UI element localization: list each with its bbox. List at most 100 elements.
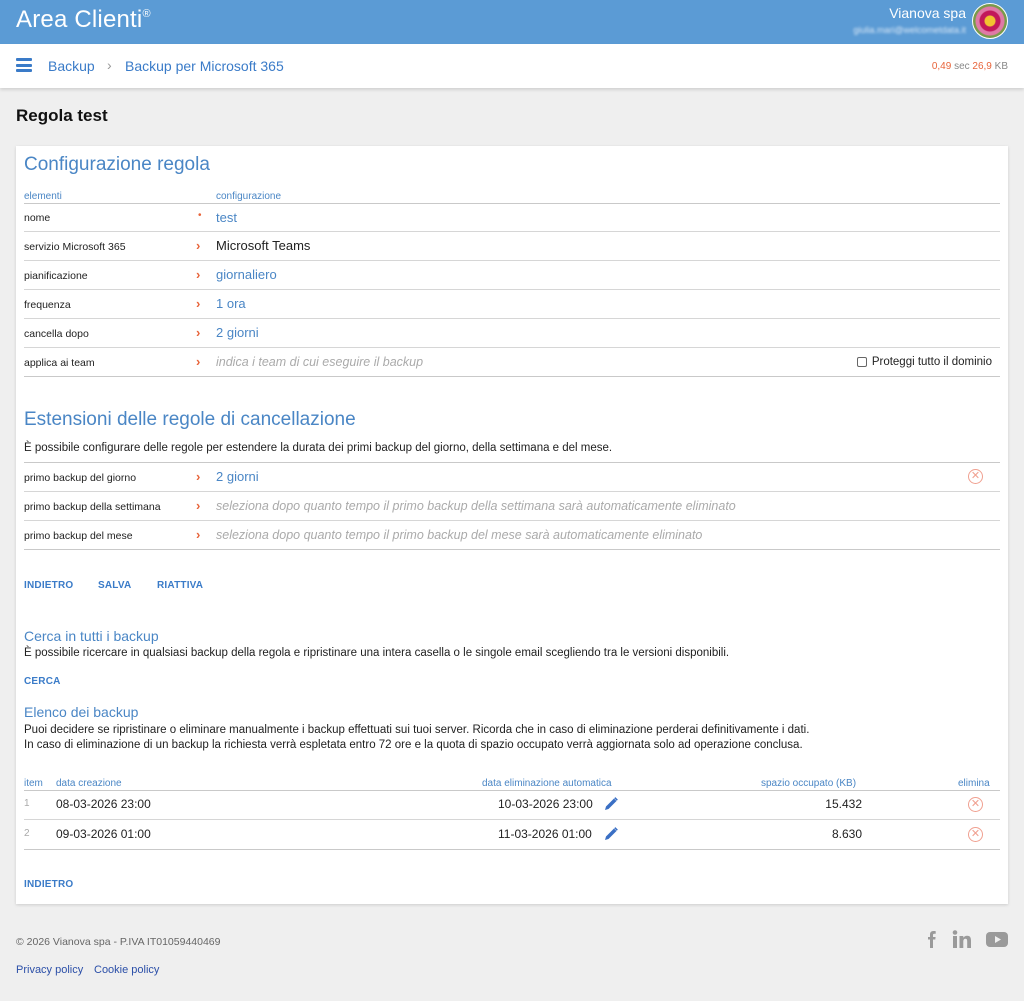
row-index: 2 [24, 828, 30, 839]
perf-time: 0,49 [931, 61, 952, 72]
created-date: 09-03-2026 01:00 [56, 827, 151, 841]
chevron-right-icon[interactable]: › [196, 527, 200, 542]
teams-input[interactable]: indica i team di cui eseguire il backup [216, 355, 423, 369]
chevron-right-icon: › [107, 57, 112, 73]
cookie-link[interactable]: Cookie policy [94, 964, 159, 976]
divider [24, 549, 1000, 550]
performance-stats: 0,49 sec 26,9 KB [932, 61, 1008, 72]
chevron-right-icon[interactable]: › [196, 354, 200, 369]
delete-icon[interactable]: ✕ [968, 797, 983, 812]
save-button[interactable]: SALVA [98, 580, 131, 591]
service-value[interactable]: Microsoft Teams [216, 238, 310, 253]
size-value: 15.432 [825, 797, 862, 811]
chevron-right-icon[interactable]: › [196, 267, 200, 282]
delete-after-value[interactable]: 2 giorni [216, 325, 259, 340]
row-label-first-day: primo backup del giorno [24, 472, 137, 484]
edit-icon[interactable] [603, 796, 619, 812]
auto-delete-date: 11-03-2026 01:00 [498, 827, 592, 841]
reactivate-button[interactable]: RIATTIVA [157, 580, 203, 591]
divider [24, 289, 1000, 290]
frequency-value[interactable]: 1 ora [216, 296, 246, 311]
divider [24, 203, 1000, 204]
menu-icon[interactable] [16, 58, 32, 72]
brand-registered-mark: ® [142, 8, 151, 20]
row-label-schedule: pianificazione [24, 270, 88, 282]
perf-size-unit: KB [994, 61, 1008, 72]
search-button[interactable]: CERCA [24, 676, 61, 687]
edit-icon[interactable] [603, 826, 619, 842]
row-label-first-week: primo backup della settimana [24, 501, 161, 513]
brand-text: Area Clienti [16, 6, 143, 33]
row-label-service: servizio Microsoft 365 [24, 241, 126, 253]
backups-description-2: In caso di eliminazione di un backup la … [24, 739, 803, 751]
required-dot-icon: • [198, 210, 202, 221]
divider [24, 790, 1000, 791]
facebook-icon[interactable] [924, 928, 940, 950]
col-auto-delete: data eliminazione automatica [482, 778, 612, 789]
perf-size: 26,9 [972, 61, 992, 72]
search-description: È possibile ricercare in qualsiasi backu… [24, 647, 730, 659]
top-header: Area Clienti® Vianova spa giulia.mari@we… [0, 0, 1024, 44]
col-size: spazio occupato (KB) [761, 778, 857, 789]
back-button[interactable]: INDIETRO [24, 580, 73, 591]
search-title: Cerca in tutti i backup [24, 628, 159, 644]
breadcrumb-bar: Backup › Backup per Microsoft 365 0,49 s… [0, 44, 1024, 88]
row-label-name: nome [24, 212, 51, 224]
clear-icon[interactable]: ✕ [968, 469, 983, 484]
divider [24, 491, 1000, 492]
col-item: item [24, 778, 43, 789]
divider [24, 231, 1000, 232]
col-delete: elimina [958, 778, 990, 789]
chevron-right-icon[interactable]: › [196, 296, 200, 311]
linkedin-icon[interactable] [952, 928, 972, 950]
app-title[interactable]: Area Clienti® [16, 6, 151, 34]
rule-card: Configurazione regola elementi configura… [16, 146, 1008, 904]
divider [24, 260, 1000, 261]
back-button-bottom[interactable]: INDIETRO [24, 879, 73, 890]
created-date: 08-03-2026 23:00 [56, 797, 151, 811]
col-elements: elementi [24, 191, 62, 202]
row-label-delete-after: cancella dopo [24, 328, 89, 340]
divider [24, 462, 1000, 463]
perf-time-unit: sec [954, 61, 970, 72]
protect-domain-checkbox[interactable]: Proteggi tutto il dominio [856, 356, 992, 368]
privacy-link[interactable]: Privacy policy [16, 964, 83, 976]
divider [24, 849, 1000, 850]
auto-delete-date: 10-03-2026 23:00 [498, 797, 593, 811]
extensions-description: È possibile configurare delle regole per… [24, 442, 613, 454]
first-month-select[interactable]: seleziona dopo quanto tempo il primo bac… [216, 528, 702, 542]
first-week-select[interactable]: seleziona dopo quanto tempo il primo bac… [216, 499, 736, 513]
breadcrumb-item-backup-365[interactable]: Backup per Microsoft 365 [125, 58, 284, 74]
divider [24, 347, 1000, 348]
chevron-right-icon[interactable]: › [196, 498, 200, 513]
size-value: 8.630 [831, 827, 862, 841]
breadcrumb-item-backup[interactable]: Backup [48, 58, 95, 74]
chevron-right-icon[interactable]: › [196, 238, 200, 253]
chevron-right-icon[interactable]: › [196, 469, 200, 484]
row-label-frequency: frequenza [24, 299, 71, 311]
chevron-right-icon[interactable]: › [196, 325, 200, 340]
col-config: configurazione [216, 191, 282, 202]
divider [24, 819, 1000, 820]
first-day-value[interactable]: 2 giorni [216, 469, 259, 484]
extensions-title: Estensioni delle regole di cancellazione [24, 409, 356, 430]
divider [24, 376, 1000, 377]
page-title: Regola test [16, 106, 108, 125]
divider [24, 318, 1000, 319]
backups-title: Elenco dei backup [24, 704, 139, 720]
config-title: Configurazione regola [24, 154, 210, 175]
backups-description-1: Puoi decidere se ripristinare o eliminar… [24, 724, 810, 736]
row-label-apply-teams: applica ai team [24, 357, 95, 369]
divider [24, 520, 1000, 521]
protect-domain-label: Proteggi tutto il dominio [871, 356, 992, 368]
copyright: © 2026 Vianova spa - P.IVA IT01059440469 [16, 936, 221, 948]
youtube-icon[interactable] [985, 928, 1009, 950]
company-name: Vianova spa [889, 5, 966, 21]
avatar[interactable] [972, 3, 1008, 39]
schedule-value[interactable]: giornaliero [216, 267, 277, 282]
checkbox-box[interactable] [856, 357, 867, 367]
name-value[interactable]: test [216, 210, 237, 225]
delete-icon[interactable]: ✕ [968, 827, 983, 842]
user-email: giulia.mari@welcometdata.it [853, 25, 966, 35]
col-created: data creazione [56, 778, 122, 789]
